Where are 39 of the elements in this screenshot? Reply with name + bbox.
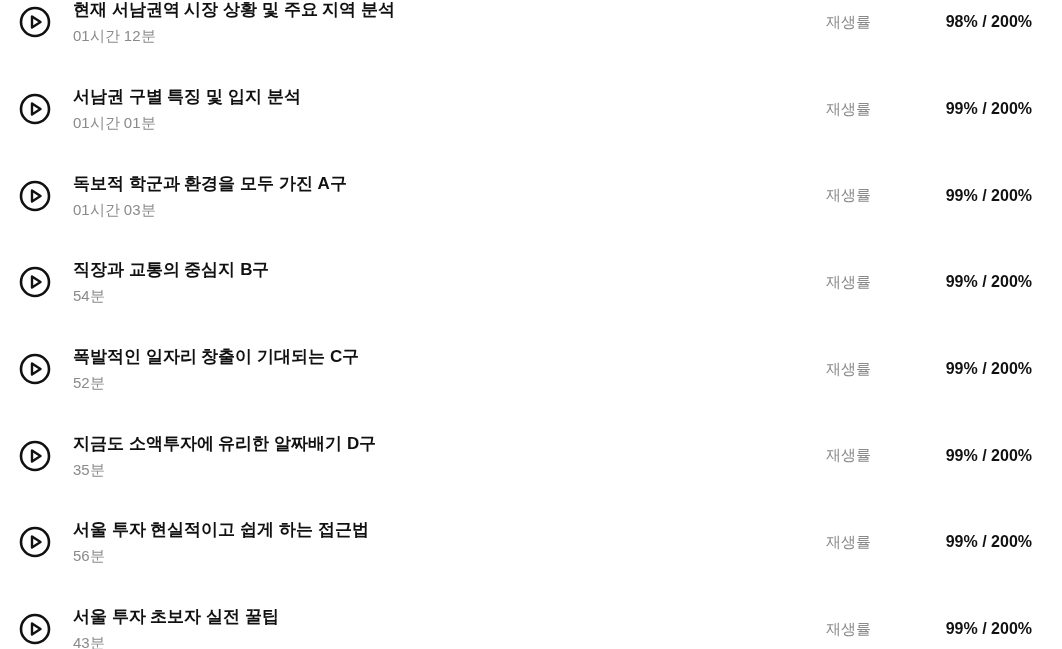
lecture-title[interactable]: 서남권 구별 특징 및 입지 분석 [73,85,826,109]
playback-rate-value: 99% / 200% [944,446,1032,465]
play-icon[interactable] [19,526,51,559]
playback-rate-value: 99% / 200% [944,186,1032,205]
lecture-duration: 01시간 03분 [73,200,157,220]
playback-rate-value: 99% / 200% [944,360,1032,379]
playback-rate-value: 99% / 200% [944,533,1032,552]
play-icon[interactable] [19,266,51,299]
playback-rate-label: 재생률 [826,99,872,119]
playback-rate-label: 재생률 [826,186,872,206]
lecture-title[interactable]: 서울 투자 초보자 실전 꿀팁 [73,605,826,629]
play-icon[interactable] [19,439,51,472]
playback-rate-value: 98% / 200% [944,13,1032,32]
lecture-duration: 35분 [73,460,106,480]
lecture-duration: 56분 [73,547,106,567]
lecture-title[interactable]: 독보적 학군과 환경을 모두 가진 A구 [73,171,826,195]
playback-rate-label: 재생률 [826,532,872,552]
lecture-title[interactable]: 현재 서남권역 시장 상황 및 주요 지역 분석 [73,0,826,22]
playback-rate-label: 재생률 [826,359,872,379]
play-icon[interactable] [19,179,51,212]
playback-rate-label: 재생률 [826,272,872,292]
playback-rate-label: 재생률 [826,619,872,639]
play-icon[interactable] [19,93,51,126]
lecture-title[interactable]: 서울 투자 현실적이고 쉽게 하는 접근법 [73,518,826,542]
lecture-duration: 54분 [73,287,106,307]
playback-rate-value: 99% / 200% [944,620,1032,639]
lecture-title[interactable]: 폭발적인 일자리 창출이 기대되는 C구 [73,345,826,369]
lecture-title[interactable]: 직장과 교통의 중심지 B구 [73,258,826,282]
playback-rate-label: 재생률 [826,12,872,32]
play-icon[interactable] [19,353,51,386]
lecture-duration: 01시간 01분 [73,114,157,134]
playback-rate-value: 99% / 200% [944,100,1032,119]
playback-rate-label: 재생률 [826,446,872,466]
lecture-duration: 01시간 12분 [73,27,157,47]
lecture-title[interactable]: 지금도 소액투자에 유리한 알짜배기 D구 [73,431,826,455]
play-icon[interactable] [19,613,51,646]
play-icon[interactable] [19,6,51,39]
playback-rate-value: 99% / 200% [944,273,1032,292]
lecture-duration: 52분 [73,374,106,394]
